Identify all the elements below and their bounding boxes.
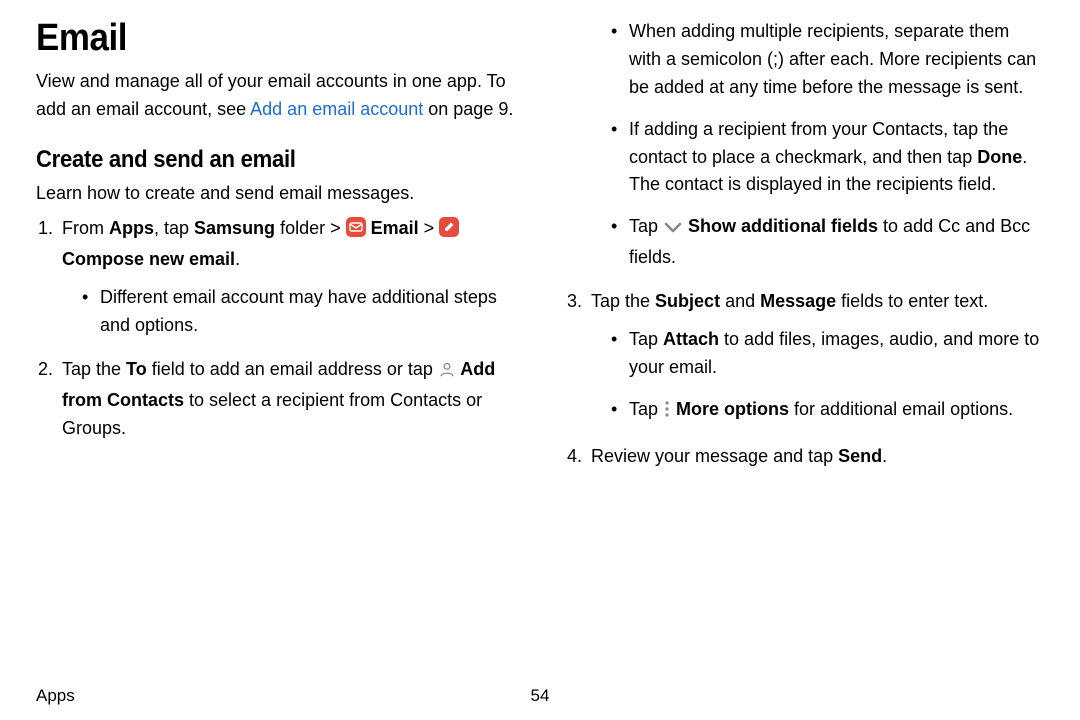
label-to: To	[126, 359, 147, 379]
step-3: Tap the Subject and Message fields to en…	[587, 288, 1044, 427]
step2-bullet3: Tap Show additional fields to add Cc and…	[611, 213, 1044, 272]
more-options-icon	[663, 399, 671, 427]
step2-bullet1: When adding multiple recipients, separat…	[611, 18, 1044, 102]
step-1: From Apps, tap Samsung folder > Email > …	[58, 215, 515, 340]
step-4: Review your message and tap Send.	[587, 443, 1044, 471]
label-show-additional: Show additional fields	[683, 216, 878, 236]
email-icon	[346, 217, 366, 246]
footer-section: Apps	[36, 686, 75, 705]
label-apps: Apps	[109, 218, 154, 238]
label-compose: Compose new email	[62, 249, 235, 269]
label-samsung: Samsung	[194, 218, 275, 238]
step2-sublist: When adding multiple recipients, separat…	[591, 18, 1044, 272]
chevron-down-icon	[663, 216, 683, 244]
step3-bullet1: Tap Attach to add files, images, audio, …	[611, 326, 1044, 382]
compose-icon	[439, 217, 459, 246]
label-more-options: More options	[671, 399, 789, 419]
step3-bullet2: Tap More options for additional email op…	[611, 396, 1044, 427]
label-attach: Attach	[663, 329, 719, 349]
text-columns: Email View and manage all of your email …	[36, 18, 1044, 471]
intro-paragraph: View and manage all of your email accoun…	[36, 68, 515, 124]
section-lead: Learn how to create and send email messa…	[36, 180, 515, 208]
label-subject: Subject	[655, 291, 720, 311]
step1-sublist: Different email account may have additio…	[62, 284, 515, 340]
label-email: Email	[366, 218, 419, 238]
contact-icon	[438, 359, 456, 387]
footer-page-number: 54	[531, 686, 550, 706]
intro-post: on page 9.	[423, 99, 513, 119]
add-email-account-link[interactable]: Add an email account	[250, 99, 423, 119]
label-message: Message	[760, 291, 836, 311]
page-title: Email	[36, 18, 477, 60]
section-heading: Create and send an email	[36, 146, 477, 174]
step3-sublist: Tap Attach to add files, images, audio, …	[591, 326, 1044, 427]
label-send: Send	[838, 446, 882, 466]
step1-bullet1: Different email account may have additio…	[82, 284, 515, 340]
manual-page: Email View and manage all of your email …	[0, 0, 1080, 720]
label-done: Done	[977, 147, 1022, 167]
page-footer: Apps 54	[36, 686, 1044, 706]
step2-bullet2: If adding a recipient from your Contacts…	[611, 116, 1044, 200]
